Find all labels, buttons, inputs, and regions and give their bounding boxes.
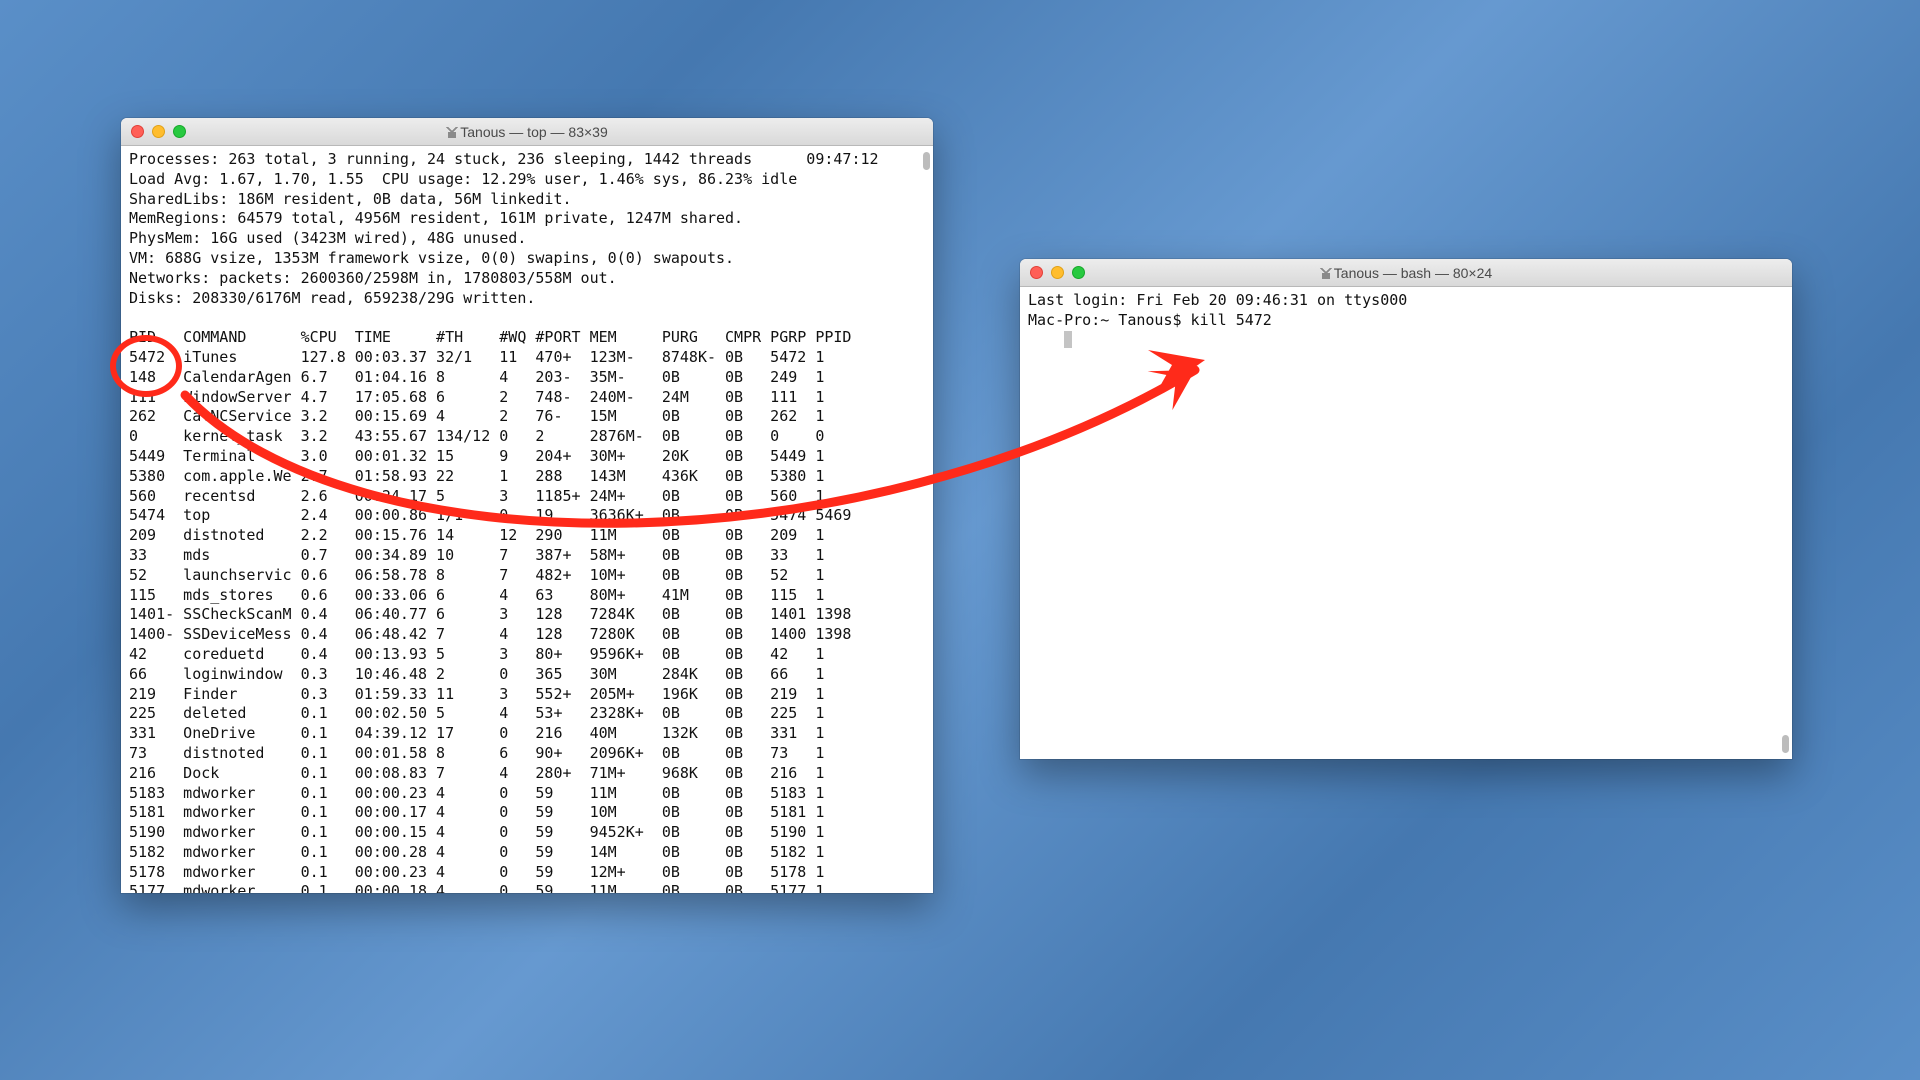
close-button[interactable] <box>1030 266 1043 279</box>
terminal-output[interactable]: Last login: Fri Feb 20 09:46:31 on ttys0… <box>1020 287 1792 759</box>
titlebar[interactable]: Tanous — bash — 80×24 <box>1020 259 1792 287</box>
traffic-lights <box>131 125 186 138</box>
terminal-window-bash[interactable]: Tanous — bash — 80×24 Last login: Fri Fe… <box>1020 259 1792 759</box>
scrollbar-thumb[interactable] <box>923 152 930 170</box>
traffic-lights <box>1030 266 1085 279</box>
window-title: Tanous — top — 83×39 <box>121 124 933 140</box>
minimize-button[interactable] <box>152 125 165 138</box>
top-output-text: Processes: 263 total, 3 running, 24 stuc… <box>129 150 879 893</box>
close-button[interactable] <box>131 125 144 138</box>
scrollbar-thumb[interactable] <box>1782 735 1789 753</box>
cursor <box>1064 331 1072 348</box>
bash-output-text: Last login: Fri Feb 20 09:46:31 on ttys0… <box>1028 291 1407 329</box>
window-title: Tanous — bash — 80×24 <box>1020 265 1792 281</box>
maximize-button[interactable] <box>1072 266 1085 279</box>
terminal-window-top[interactable]: Tanous — top — 83×39 Processes: 263 tota… <box>121 118 933 893</box>
terminal-output[interactable]: Processes: 263 total, 3 running, 24 stuc… <box>121 146 933 893</box>
home-icon <box>1320 268 1332 279</box>
home-icon <box>446 127 458 138</box>
maximize-button[interactable] <box>173 125 186 138</box>
titlebar[interactable]: Tanous — top — 83×39 <box>121 118 933 146</box>
minimize-button[interactable] <box>1051 266 1064 279</box>
